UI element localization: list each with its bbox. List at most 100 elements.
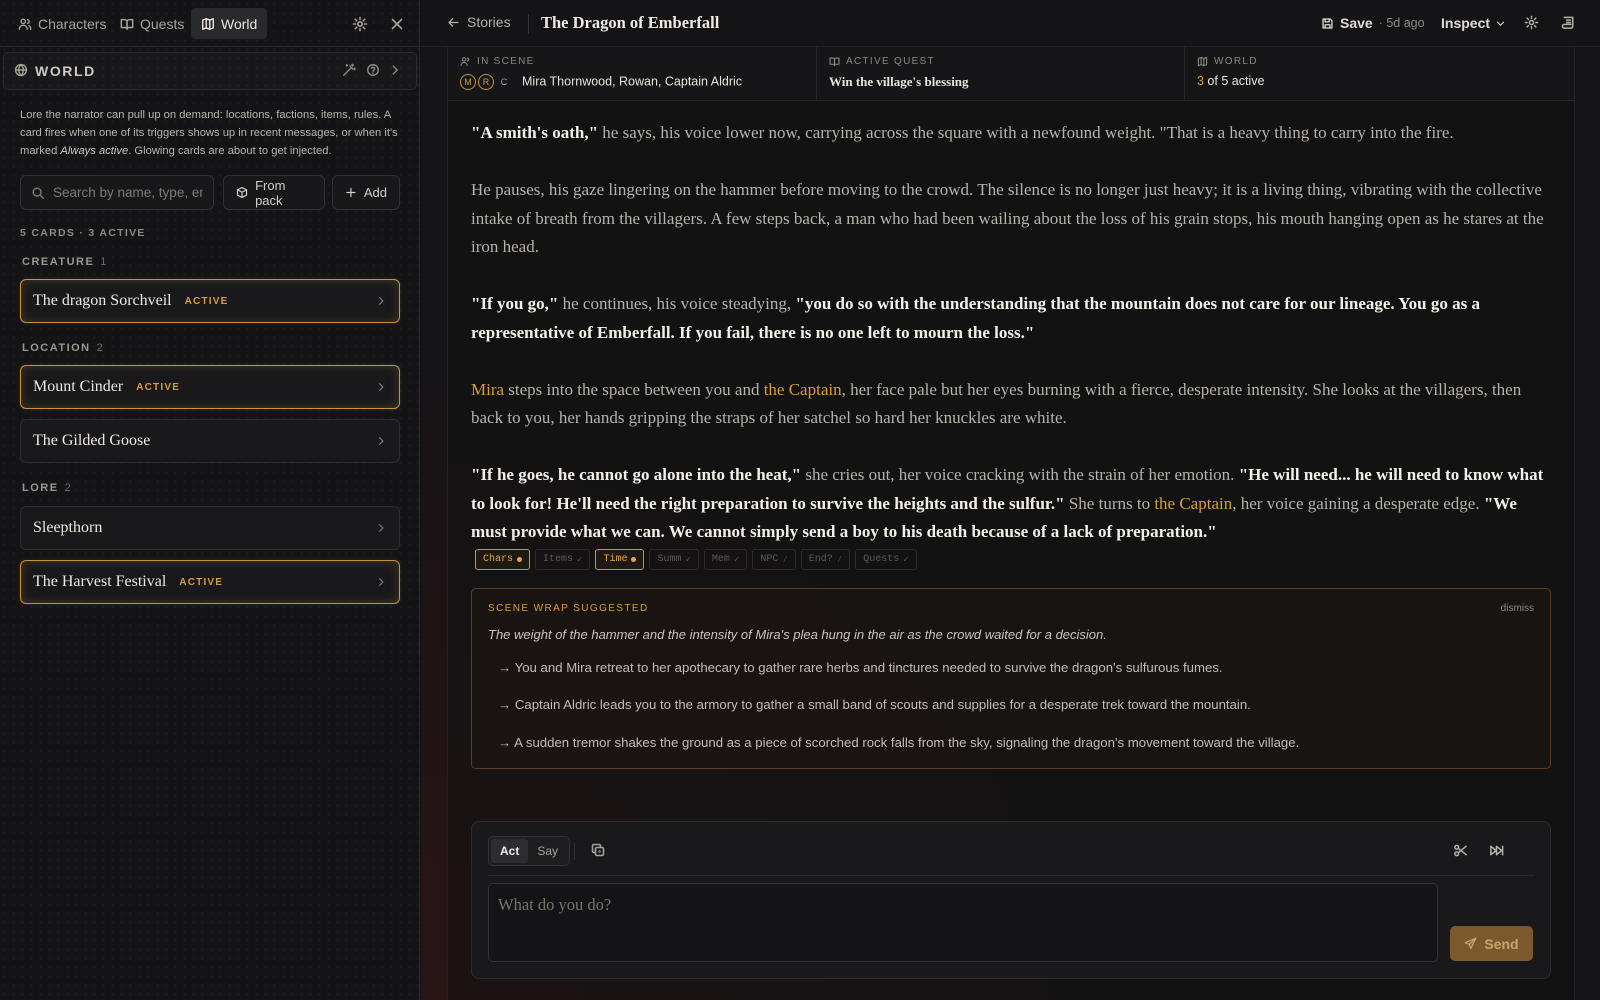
- group-name: CREATURE: [22, 256, 95, 268]
- in-scene-cell[interactable]: IN SCENE M R C Mira Thornwood, Rowan, Ca…: [448, 47, 816, 101]
- character-name[interactable]: the Captain: [764, 380, 842, 399]
- in-scene-label: IN SCENE: [460, 56, 535, 67]
- story-settings-button[interactable]: [1524, 15, 1539, 30]
- scene-option[interactable]: → You and Mira retreat to her apothecary…: [498, 660, 1223, 675]
- tab-label: Quests: [140, 15, 185, 32]
- action-input[interactable]: [488, 883, 1438, 962]
- map-icon: [1197, 56, 1208, 67]
- save-icon: [1322, 17, 1333, 29]
- label-text: ACTIVE QUEST: [846, 56, 935, 67]
- card-gilded-goose[interactable]: The Gilded Goose: [20, 419, 400, 463]
- slash-icon: ⁄: [782, 554, 788, 565]
- action-composer: Act Say Send: [471, 821, 1551, 979]
- tab-quests[interactable]: Quests: [110, 8, 194, 39]
- search-field[interactable]: [20, 175, 214, 210]
- card-name: The Harvest Festival: [33, 573, 167, 590]
- active-quest-cell[interactable]: ACTIVE QUEST Win the village's blessing: [816, 47, 1184, 101]
- tab-characters[interactable]: Characters: [8, 8, 116, 39]
- group-label-lore: LORE 2: [22, 482, 71, 494]
- back-to-stories-button[interactable]: Stories: [447, 14, 511, 30]
- users-icon: [18, 17, 32, 30]
- help-button[interactable]: [366, 63, 380, 77]
- card-mount-cinder[interactable]: Mount Cinder ACTIVE: [20, 365, 400, 409]
- chip-label: Time: [603, 554, 628, 565]
- chevron-right-icon: [375, 435, 387, 447]
- from-pack-button[interactable]: From pack: [223, 175, 325, 210]
- tracker-chip-summ[interactable]: Summ ✓: [649, 549, 699, 570]
- check-icon: ✓: [733, 554, 740, 565]
- card-name: The Gilded Goose: [33, 432, 151, 449]
- mode-act-button[interactable]: Act: [491, 839, 529, 863]
- character-name[interactable]: the Captain: [1154, 494, 1232, 513]
- panel-title: WORLD: [35, 63, 96, 79]
- skip-forward-button[interactable]: [1489, 843, 1504, 858]
- narration: he continues, his voice steadying,: [558, 294, 796, 313]
- magic-wand-button[interactable]: [342, 63, 356, 77]
- chip-label: Items: [543, 554, 574, 565]
- scene-wrap-suggestion: SCENE WRAP SUGGESTED dismiss The weight …: [471, 588, 1551, 769]
- active-badge: ACTIVE: [136, 381, 181, 393]
- narration: steps into the space between you and: [504, 379, 764, 399]
- in-scene-names: Mira Thornwood, Rowan, Captain Aldric: [522, 74, 743, 89]
- card-name: The dragon Sorchveil: [33, 292, 172, 309]
- card-name: Sleepthorn: [33, 519, 103, 536]
- tracker-chip-items[interactable]: Items ✓: [535, 549, 591, 570]
- chip-label: Chars: [483, 554, 514, 565]
- from-pack-label: From pack: [255, 177, 286, 208]
- close-panel-button[interactable]: [386, 13, 408, 35]
- notes-button[interactable]: [1561, 15, 1576, 30]
- search-input[interactable]: [53, 185, 203, 200]
- tracker-chip-npc[interactable]: NPC ⁄: [752, 549, 796, 570]
- character-name[interactable]: Mira: [471, 380, 504, 399]
- world-label: WORLD: [1197, 56, 1258, 67]
- gear-icon: [352, 16, 368, 32]
- group-name: LORE: [22, 482, 59, 494]
- roll-dice-button[interactable]: [590, 842, 606, 858]
- chip-label: Summ: [657, 554, 682, 565]
- settings-button[interactable]: [349, 13, 371, 35]
- book-icon: [829, 57, 840, 67]
- wand-icon: [343, 63, 356, 76]
- tracker-chip-mem[interactable]: Mem ✓: [703, 549, 748, 570]
- tracker-chip-time[interactable]: Time: [595, 549, 645, 570]
- globe-icon: [14, 63, 28, 77]
- world-cell[interactable]: WORLD 3 of 5 active: [1184, 47, 1552, 101]
- save-button[interactable]: Save · 5d ago: [1321, 15, 1425, 31]
- chevron-right-icon: [375, 576, 387, 588]
- check-icon: ✓: [685, 554, 691, 565]
- active-dot: [517, 557, 523, 562]
- label-text: WORLD: [1214, 56, 1258, 67]
- scissors-icon: [1454, 844, 1467, 857]
- tab-world[interactable]: World: [191, 8, 268, 39]
- narration: he says, his voice lower now, carrying a…: [598, 123, 1454, 142]
- story-paragraph: "A smith's oath," he says, his voice low…: [471, 119, 1551, 148]
- collapse-panel-button[interactable]: [388, 63, 402, 77]
- add-card-button[interactable]: Add: [332, 175, 400, 210]
- inspect-dropdown[interactable]: Inspect: [1441, 15, 1506, 31]
- group-label-location: LOCATION 2: [22, 342, 103, 354]
- story-paragraph: "If he goes, he cannot go alone into the…: [471, 461, 1551, 547]
- card-sleepthorn[interactable]: Sleepthorn: [20, 506, 400, 550]
- world-value: 3 of 5 active: [1197, 74, 1264, 88]
- cut-button[interactable]: [1453, 843, 1468, 858]
- sidebar-tabs: Characters Quests World: [0, 0, 420, 47]
- tracker-chip-chars[interactable]: Chars: [475, 549, 531, 570]
- total-count: of 5 active: [1203, 74, 1265, 88]
- users-icon: [460, 57, 470, 67]
- active-count: 3: [1197, 74, 1204, 88]
- card-harvest-festival[interactable]: The Harvest Festival ACTIVE: [20, 560, 400, 604]
- search-icon: [32, 186, 44, 199]
- card-dragon-sorchveil[interactable]: The dragon Sorchveil ACTIVE: [20, 279, 400, 323]
- chevron-right-icon: [375, 381, 387, 393]
- check-icon: ✓: [577, 554, 583, 565]
- send-button[interactable]: Send: [1450, 926, 1533, 961]
- tracker-chip-end[interactable]: End? ⁄: [800, 549, 851, 570]
- scene-option[interactable]: → A sudden tremor shakes the ground as a…: [498, 735, 1299, 750]
- card-name: Mount Cinder: [33, 378, 124, 395]
- tab-label: Characters: [38, 15, 107, 32]
- mode-say-button[interactable]: Say: [528, 839, 567, 863]
- tracker-chip-quests[interactable]: Quests ✓: [855, 549, 917, 570]
- dismiss-button[interactable]: dismiss: [1501, 603, 1534, 614]
- help-icon: [367, 64, 379, 76]
- scene-option[interactable]: → Captain Aldric leads you to the armory…: [498, 697, 1251, 712]
